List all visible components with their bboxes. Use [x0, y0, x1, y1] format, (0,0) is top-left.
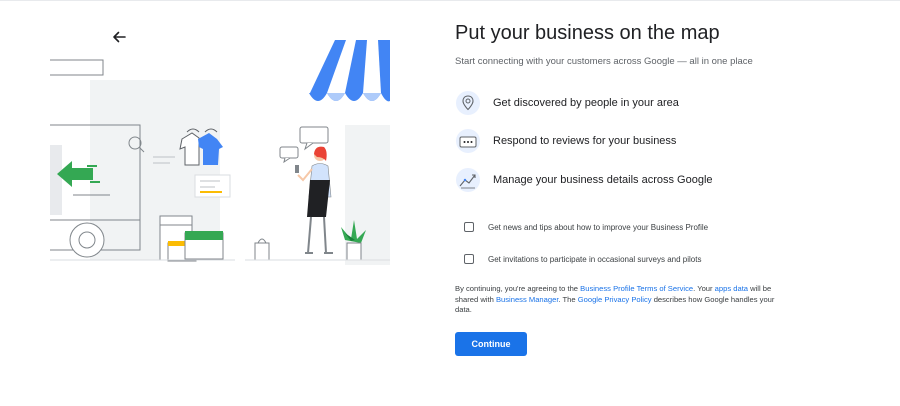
awning	[309, 40, 390, 102]
privacy-policy-link[interactable]: Google Privacy Policy	[578, 295, 652, 304]
feature-reviews: Respond to reviews for your business	[455, 128, 676, 154]
top-divider	[0, 0, 900, 1]
surveys-checkbox-label[interactable]: Get invitations to participate in occasi…	[488, 255, 701, 264]
feature-discover: Get discovered by people in your area	[455, 90, 679, 116]
continue-button[interactable]: Continue	[455, 332, 527, 356]
feature-discover-text: Get discovered by people in your area	[493, 97, 679, 109]
trend-chart-icon	[456, 168, 480, 192]
page-title: Put your business on the map	[455, 22, 720, 44]
page-subtitle: Start connecting with your customers acr…	[455, 56, 753, 67]
storefront-illustration	[50, 40, 390, 265]
checkbox-row-news[interactable]: Get news and tips about how to improve y…	[464, 222, 708, 232]
news-checkbox[interactable]	[464, 222, 474, 232]
legal-notice: By continuing, you're agreeing to the Bu…	[455, 284, 775, 314]
map-pin-icon	[456, 91, 480, 115]
apps-data-link[interactable]: apps data	[715, 284, 748, 293]
business-manager-link[interactable]: Business Manager	[496, 295, 558, 304]
feature-reviews-text: Respond to reviews for your business	[493, 135, 677, 147]
signup-panel: Put your business on the map Start conne…	[455, 20, 875, 314]
feature-manage: Manage your business details across Goog…	[455, 167, 713, 193]
terms-of-service-link[interactable]: Business Profile Terms of Service	[580, 284, 693, 293]
feature-manage-text: Manage your business details across Goog…	[493, 174, 713, 186]
product-card	[194, 174, 231, 198]
surveys-checkbox[interactable]	[464, 254, 474, 264]
news-checkbox-label[interactable]: Get news and tips about how to improve y…	[488, 223, 708, 232]
checkbox-row-surveys[interactable]: Get invitations to participate in occasi…	[464, 254, 701, 264]
chat-dots-icon	[456, 129, 480, 153]
shopkeeper-figure	[295, 146, 333, 254]
